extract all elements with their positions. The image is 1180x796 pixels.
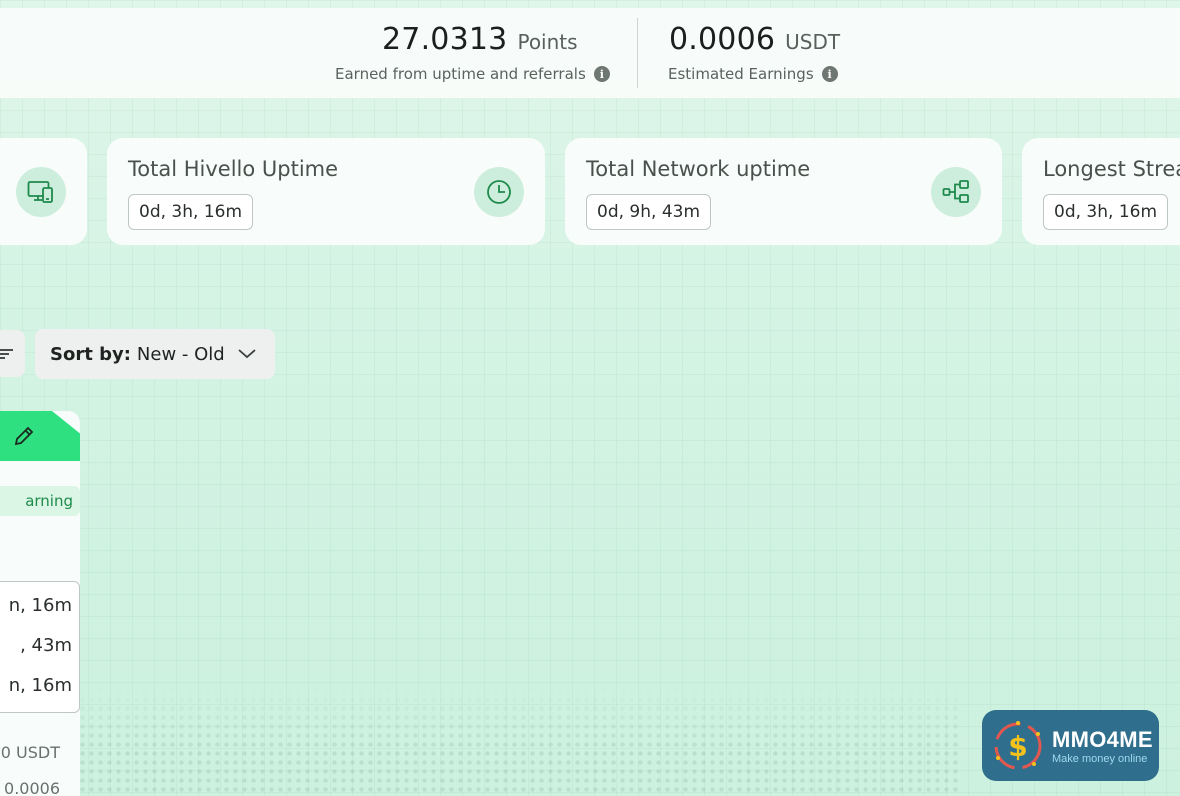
earnings-stat: 0.0006 USDT Estimated Earnings i (668, 22, 840, 83)
stats-bar: 27.0313 Points Earned from uptime and re… (0, 8, 1180, 98)
devices-icon (16, 167, 66, 217)
card-title: Longest Strea (1043, 157, 1180, 181)
devices-card (0, 138, 87, 245)
hivello-uptime-card: Total Hivello Uptime 0d, 3h, 16m (107, 138, 545, 245)
world-map-dots (60, 686, 960, 796)
node-uptime-line: n, 16m (8, 675, 72, 696)
filter-icon (0, 348, 13, 359)
earnings-unit: USDT (785, 30, 841, 54)
card-title: Total Hivello Uptime (128, 157, 339, 181)
points-unit: Points (517, 30, 578, 54)
node-card: arning n, 16m , 43m n, 16m 0 USDT 0.0006 (0, 411, 80, 796)
sort-label: Sort by: (50, 343, 131, 365)
node-earnings-usdt: 0 USDT (0, 743, 60, 762)
node-uptime-line: n, 16m (8, 595, 72, 616)
points-caption: Earned from uptime and referrals (335, 65, 586, 83)
node-uptime-line: , 43m (20, 635, 72, 656)
earnings-caption: Estimated Earnings (668, 65, 814, 83)
uptime-value: 0d, 3h, 16m (1043, 194, 1169, 230)
filter-button[interactable] (0, 330, 25, 377)
network-uptime-card: Total Network uptime 0d, 9h, 43m (565, 138, 1002, 245)
svg-text:$: $ (1008, 730, 1027, 763)
node-uptime-box: n, 16m , 43m n, 16m (0, 581, 80, 713)
stats-divider (637, 18, 638, 88)
network-icon (931, 167, 981, 217)
background-grid (0, 0, 1180, 796)
watermark-brand: MMO4ME (1052, 726, 1153, 752)
sort-dropdown[interactable]: Sort by: New - Old (35, 329, 275, 379)
status-badge: arning (0, 486, 80, 516)
info-icon[interactable]: i (821, 66, 838, 82)
node-earnings-value: 0.0006 (4, 779, 60, 796)
uptime-value: 0d, 9h, 43m (586, 194, 712, 230)
clock-icon (474, 167, 524, 217)
points-stat: 27.0313 Points Earned from uptime and re… (335, 22, 610, 83)
card-title: Total Network uptime (586, 157, 811, 181)
sort-value: New - Old (136, 343, 225, 365)
info-icon[interactable]: i (593, 66, 610, 82)
chevron-down-icon (238, 349, 256, 359)
uptime-value: 0d, 3h, 16m (128, 194, 254, 230)
dollar-logo-icon: $ (990, 718, 1046, 774)
points-value: 27.0313 (382, 22, 508, 57)
earnings-value: 0.0006 (669, 22, 776, 57)
longest-streak-card: Longest Strea 0d, 3h, 16m (1022, 138, 1180, 245)
mmo4me-watermark: $ MMO4ME Make money online (982, 710, 1159, 781)
watermark-tagline: Make money online (1052, 752, 1148, 765)
